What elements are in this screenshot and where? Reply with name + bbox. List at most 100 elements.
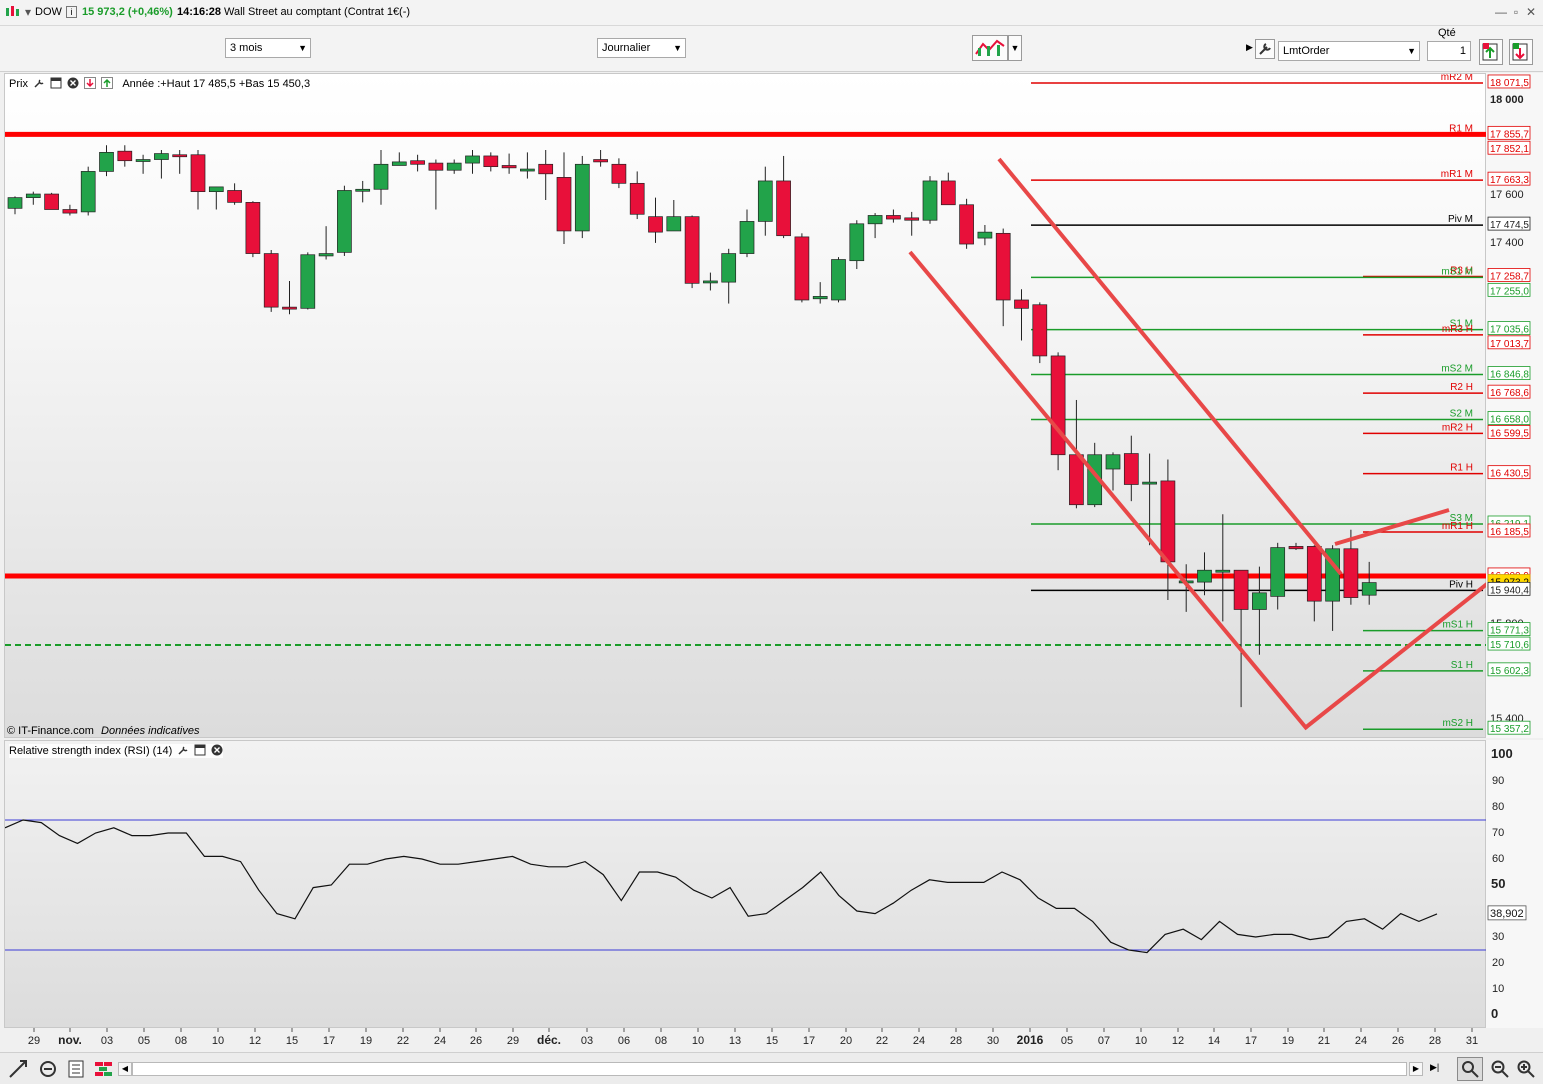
level-label: 17 852,1	[1490, 144, 1529, 155]
candle-up	[812, 296, 828, 300]
rsi-tick: 70	[1492, 827, 1504, 839]
level-label: 15 771,3	[1490, 626, 1529, 637]
sell-button[interactable]	[1509, 39, 1533, 65]
candle-up	[1270, 547, 1286, 597]
price-tick: 17 600	[1490, 189, 1524, 201]
pivot-tag: mS2 M	[1441, 364, 1473, 375]
price-chart-panel[interactable]: mR2 M R1 MmR1 M Piv M R3 HmS1 M S1 MmR3 HmS2…	[4, 73, 1487, 739]
date-label: 17	[803, 1035, 815, 1047]
pivot-tag: mR2 H	[1442, 422, 1473, 433]
price-chart[interactable]: mR2 MR1 MmR1 MPiv MR3 HmS1 MS1 MmR3 HmS2…	[5, 74, 1487, 739]
rsi-tick: 100	[1491, 746, 1513, 761]
pointer-tool-icon[interactable]	[38, 1059, 58, 1082]
zoom-active-button[interactable]	[1457, 1057, 1483, 1081]
zoom-in-icon[interactable]	[1516, 1059, 1536, 1082]
date-label: 10	[692, 1035, 704, 1047]
crosshair-tool-icon[interactable]	[8, 1059, 28, 1082]
date-label: 26	[1392, 1035, 1404, 1047]
candle-down	[904, 217, 920, 221]
window-icon[interactable]	[194, 744, 206, 756]
info-icon[interactable]: i	[66, 6, 77, 18]
order-type-select[interactable]: LmtOrder ▼	[1278, 41, 1420, 61]
price-change: 15 973,2 (+0,46%)	[82, 6, 173, 18]
title-bar: ▾ DOW i 15 973,2 (+0,46%) 14:16:28 Wall …	[0, 0, 1543, 26]
rsi-tick: 90	[1492, 775, 1504, 787]
candle-up	[739, 221, 755, 254]
level-label: 15 710,6	[1490, 640, 1529, 651]
candle-up	[922, 180, 938, 221]
pivot-tag: R2 H	[1450, 382, 1473, 393]
interval-value: Journalier	[602, 42, 651, 54]
qty-input[interactable]: 1	[1427, 41, 1471, 61]
candle-up	[1142, 481, 1157, 485]
rsi-chart[interactable]	[5, 741, 1487, 1029]
bricks-tool-icon[interactable]	[94, 1059, 114, 1082]
pivot-tag: mS1 M	[1441, 266, 1473, 277]
candle-down	[1343, 548, 1359, 598]
date-label: 12	[249, 1035, 261, 1047]
period-value: 3 mois	[230, 42, 263, 54]
expand-arrow-icon[interactable]: ▶	[1246, 42, 1253, 53]
scroll-left-button[interactable]: ◀	[118, 1062, 132, 1076]
close-icon[interactable]: ✕	[1524, 5, 1538, 19]
settings-wrench-icon[interactable]	[1255, 39, 1275, 59]
date-label: nov.	[58, 1033, 82, 1047]
level-label: 17 035,6	[1490, 325, 1529, 336]
minimize-icon[interactable]: —	[1494, 5, 1508, 19]
candle-down	[263, 253, 279, 308]
candle-up	[300, 254, 316, 309]
interval-select[interactable]: Journalier ▼	[597, 38, 686, 58]
dropdown-arrow-icon[interactable]: ▾	[21, 5, 35, 19]
candle-up	[977, 231, 993, 239]
date-label: 03	[581, 1035, 593, 1047]
list-tool-icon[interactable]	[66, 1059, 86, 1082]
level-label: 16 846,8	[1490, 370, 1529, 381]
wrench-icon[interactable]	[177, 744, 189, 756]
candle-down	[538, 163, 554, 175]
pivot-tag: S1 H	[1451, 660, 1473, 671]
restore-icon[interactable]: ▫	[1509, 5, 1523, 19]
scroll-end-icon[interactable]: ▶|	[1430, 1062, 1439, 1073]
scrollbar-track[interactable]	[132, 1062, 1407, 1076]
time-label: 14:16:28	[177, 6, 222, 18]
candle-down	[556, 177, 572, 232]
candle-down	[483, 155, 499, 168]
candle-down	[117, 150, 133, 162]
candle-up	[574, 163, 590, 232]
scroll-right-button[interactable]: ▶	[1409, 1062, 1423, 1076]
rsi-line	[5, 819, 1438, 954]
period-select[interactable]: 3 mois ▼	[225, 38, 311, 58]
pivot-tag: mR2 M	[1441, 74, 1473, 83]
level-label: 15 357,2	[1490, 724, 1529, 735]
level-label: 17 855,7	[1490, 129, 1529, 140]
trend-channel-line	[1334, 508, 1450, 546]
date-label: 28	[1429, 1035, 1441, 1047]
close-circle-icon[interactable]	[67, 77, 79, 89]
date-label: 28	[950, 1035, 962, 1047]
rsi-tick: 10	[1492, 983, 1504, 995]
date-label: 19	[360, 1035, 372, 1047]
level-label: 17 255,0	[1490, 286, 1529, 297]
candle-up	[135, 159, 151, 162]
rsi-panel[interactable]: Relative strength index (RSI) (14)	[4, 740, 1487, 1029]
chart-type-dropdown-icon[interactable]: ▼	[1008, 35, 1022, 61]
wrench-icon[interactable]	[33, 77, 45, 89]
buy-button[interactable]	[1479, 39, 1503, 65]
close-circle-icon[interactable]	[211, 744, 223, 756]
date-label: 15	[286, 1035, 298, 1047]
candle-up	[1215, 569, 1231, 573]
candle-up	[25, 193, 41, 198]
window-icon[interactable]	[50, 77, 62, 89]
trend-channel-line	[908, 250, 1309, 731]
candle-down	[959, 204, 974, 245]
zoom-out-icon[interactable]	[1490, 1059, 1510, 1082]
chart-type-icon	[975, 39, 1005, 56]
arrow-up-icon[interactable]	[101, 77, 114, 89]
date-label: 08	[175, 1035, 187, 1047]
candle-down	[172, 154, 188, 158]
candle-up	[666, 216, 682, 232]
instrument-name: Wall Street au comptant (Contrat 1€(-)	[224, 6, 411, 18]
level-label: 15 940,4	[1490, 585, 1529, 596]
chart-type-button[interactable]	[972, 35, 1008, 61]
arrow-down-icon[interactable]	[84, 77, 97, 89]
